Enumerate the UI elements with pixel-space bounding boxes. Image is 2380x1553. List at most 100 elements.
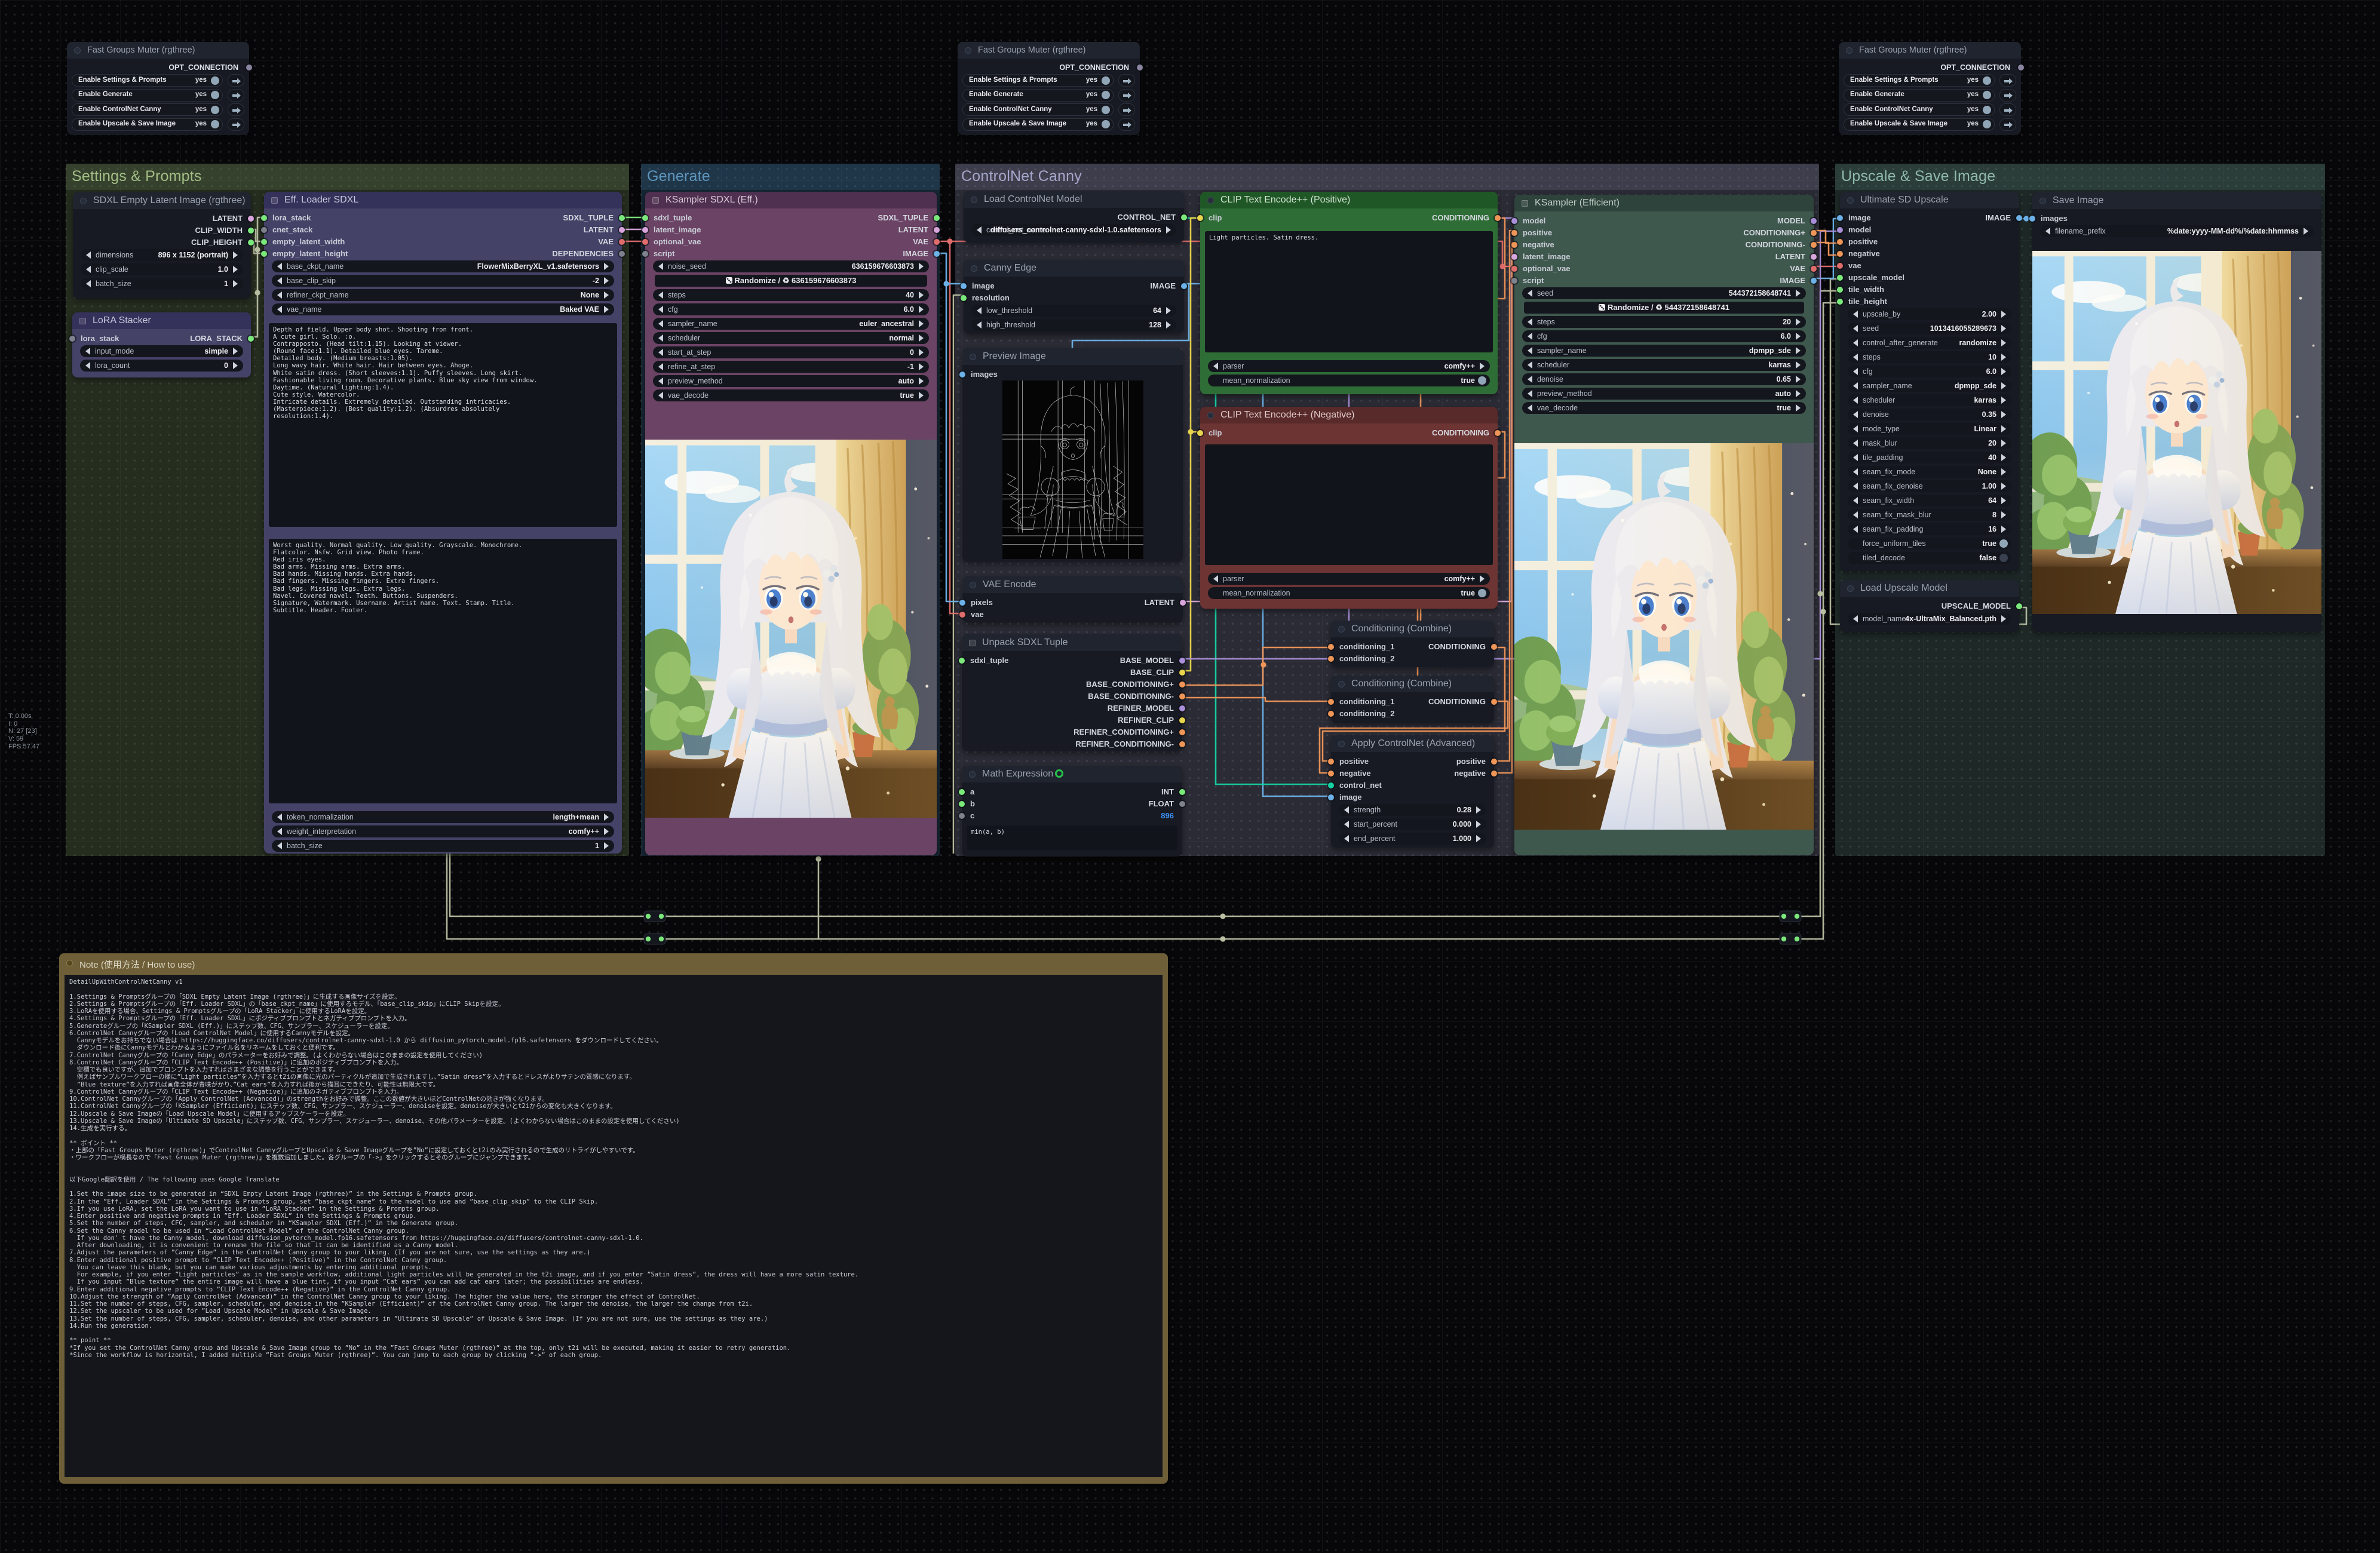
increment-icon[interactable]: [2001, 311, 2006, 318]
decrement-icon[interactable]: [658, 263, 663, 270]
increment-icon[interactable]: [1166, 321, 1171, 329]
widget-batch_size[interactable]: batch_size1: [272, 840, 614, 852]
increment-icon[interactable]: [919, 263, 924, 270]
collapse-icon[interactable]: [271, 197, 278, 204]
widget-seam_fix_padding[interactable]: seam_fix_padding16: [1848, 523, 2011, 535]
widget-seed[interactable]: seed544372158648741: [1522, 287, 1806, 299]
jump-to-group-button[interactable]: [1999, 74, 2016, 87]
decrement-icon[interactable]: [1528, 290, 1532, 297]
widget-weight_interpretation[interactable]: weight_interpretationcomfy++: [272, 825, 614, 837]
increment-icon[interactable]: [1796, 318, 1801, 326]
input-port-clip[interactable]: [1197, 215, 1203, 221]
widget-upscale_by[interactable]: upscale_by2.00: [1848, 308, 2011, 320]
output-port-LATENT[interactable]: [934, 227, 940, 233]
increment-icon[interactable]: [2001, 483, 2006, 490]
collapse-icon[interactable]: [1522, 200, 1528, 207]
decrement-icon[interactable]: [658, 306, 663, 313]
jump-to-group-button[interactable]: [1999, 103, 2016, 116]
jump-to-group-button[interactable]: [228, 74, 244, 87]
randomize-button[interactable]: Randomize / ♻ 544372158648741: [1524, 302, 1804, 314]
input-port-image[interactable]: [961, 283, 967, 289]
input-port-upscale_model[interactable]: [1837, 275, 1843, 281]
output-port-DEPENDENCIES[interactable]: [619, 251, 625, 257]
collapse-icon[interactable]: [1338, 626, 1345, 633]
decrement-icon[interactable]: [658, 291, 663, 299]
decrement-icon[interactable]: [1528, 361, 1532, 369]
decrement-icon[interactable]: [977, 321, 982, 329]
increment-icon[interactable]: [919, 349, 924, 356]
widget-mean_normalization[interactable]: mean_normalizationtrue: [1208, 375, 1490, 386]
toggle-circle-icon[interactable]: [211, 91, 219, 99]
increment-icon[interactable]: [1796, 376, 1801, 383]
collapse-icon[interactable]: [969, 640, 976, 646]
input-port-empty_latent_height[interactable]: [261, 251, 267, 257]
output-port-CLIP_WIDTH[interactable]: [248, 228, 254, 234]
increment-icon[interactable]: [2304, 228, 2308, 235]
output-port-CLIP_HEIGHT[interactable]: [248, 240, 254, 245]
widget-seam_fix_width[interactable]: seam_fix_width64: [1848, 495, 2011, 507]
widget-noise_seed[interactable]: noise_seed636159676603873: [653, 260, 929, 272]
widget-refine_at_step[interactable]: refine_at_step-1: [653, 361, 929, 373]
output-port-CONTROL_NET[interactable]: [1181, 214, 1187, 220]
decrement-icon[interactable]: [658, 349, 663, 356]
jump-to-group-button[interactable]: [1118, 89, 1135, 102]
node-fast-groups-muter-1[interactable]: Fast Groups Muter (rgthree)OPT_CONNECTIO…: [67, 42, 249, 135]
input-port-script[interactable]: [1511, 278, 1517, 284]
muter-toggle-enable-upscale-save-image[interactable]: Enable Upscale & Save Imageyes: [1844, 118, 1995, 131]
input-port-positive[interactable]: [1511, 230, 1517, 236]
increment-icon[interactable]: [604, 814, 609, 821]
jump-to-group-button[interactable]: [228, 89, 244, 102]
decrement-icon[interactable]: [1853, 311, 1858, 318]
increment-icon[interactable]: [1480, 575, 1485, 582]
muter-toggle-enable-controlnet-canny[interactable]: Enable ControlNet Cannyyes: [962, 103, 1114, 116]
muter-toggle-enable-controlnet-canny[interactable]: Enable ControlNet Cannyyes: [72, 103, 223, 116]
randomize-button[interactable]: Randomize / ♻ 636159676603873: [655, 275, 927, 287]
increment-icon[interactable]: [1796, 390, 1801, 397]
jump-to-group-button[interactable]: [1118, 103, 1135, 116]
increment-icon[interactable]: [2001, 468, 2006, 475]
decrement-icon[interactable]: [1213, 575, 1218, 582]
output-port-CONDITIONING[interactable]: [1495, 430, 1501, 436]
input-port-conditioning_2[interactable]: [1328, 656, 1334, 662]
widget-seam_fix_denoise[interactable]: seam_fix_denoise1.00: [1848, 480, 2011, 492]
collapse-icon[interactable]: [80, 198, 87, 204]
widget-cfg[interactable]: cfg6.0: [1522, 330, 1806, 342]
increment-icon[interactable]: [1796, 404, 1801, 412]
collapse-icon[interactable]: [1847, 197, 1854, 204]
output-port-REFINER_CONDITIONING-[interactable]: [1179, 741, 1185, 747]
decrement-icon[interactable]: [277, 263, 282, 270]
increment-icon[interactable]: [1796, 333, 1801, 340]
increment-icon[interactable]: [1476, 835, 1481, 842]
widget-mask_blur[interactable]: mask_blur20: [1848, 437, 2011, 449]
output-port-REFINER_CONDITIONING+[interactable]: [1179, 729, 1185, 735]
node-conditioning-combine-1[interactable]: Conditioning (Combine)conditioning_1COND…: [1331, 621, 1494, 667]
input-port-conditioning_1[interactable]: [1328, 699, 1334, 705]
increment-icon[interactable]: [233, 348, 238, 355]
decrement-icon[interactable]: [86, 266, 91, 273]
output-port-MODEL[interactable]: [1811, 218, 1817, 224]
widget-force_uniform_tiles[interactable]: force_uniform_tilestrue: [1848, 538, 2011, 550]
decrement-icon[interactable]: [1344, 806, 1349, 814]
output-port-VAE[interactable]: [934, 239, 940, 245]
output-port-CONDITIONING[interactable]: [1491, 699, 1497, 705]
decrement-icon[interactable]: [1344, 835, 1349, 842]
widget-high_threshold[interactable]: high_threshold128: [971, 319, 1176, 331]
jump-to-group-button[interactable]: [1999, 89, 2016, 102]
output-port-BASE_CLIP[interactable]: [1179, 670, 1185, 676]
collapse-icon[interactable]: [1847, 585, 1854, 592]
output-port-CONDITIONING[interactable]: [1491, 644, 1497, 650]
collapse-icon[interactable]: [1338, 741, 1345, 747]
widget-tiled_decode[interactable]: tiled_decodefalse: [1848, 552, 2011, 564]
increment-icon[interactable]: [604, 828, 609, 835]
decrement-icon[interactable]: [85, 362, 90, 369]
widget-parser[interactable]: parsercomfy++: [1208, 573, 1490, 585]
increment-icon[interactable]: [604, 263, 609, 270]
comfyui-canvas[interactable]: Settings & PromptsGenerateControlNet Can…: [0, 0, 2380, 1553]
output-port-OPT_CONNECTION[interactable]: [2018, 65, 2024, 70]
decrement-icon[interactable]: [658, 392, 663, 399]
toggle-circle-icon[interactable]: [211, 120, 219, 128]
widget-base_ckpt_name[interactable]: base_ckpt_nameFlowerMixBerryXL_v1.safete…: [272, 260, 614, 272]
output-port-LORA_STACK[interactable]: [248, 336, 254, 342]
input-port-c[interactable]: [959, 813, 965, 819]
decrement-icon[interactable]: [86, 251, 91, 259]
